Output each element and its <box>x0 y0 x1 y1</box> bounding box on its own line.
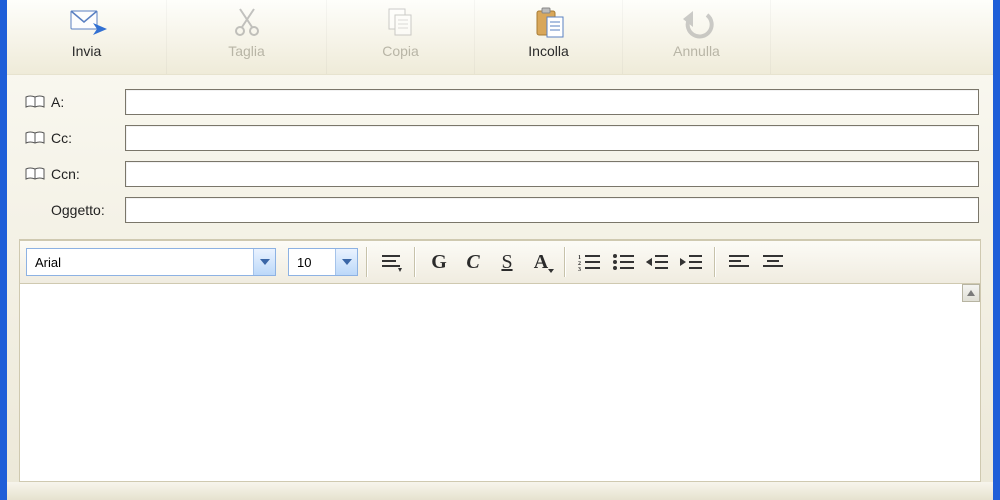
scroll-up-button[interactable] <box>962 284 980 302</box>
font-color-letter: A <box>534 251 548 274</box>
addressbook-icon <box>25 131 45 145</box>
addressbook-icon <box>25 95 45 109</box>
font-color-button[interactable]: A <box>526 247 556 277</box>
bulleted-list-icon <box>612 253 634 271</box>
chevron-up-icon <box>967 290 975 296</box>
paste-label: Incolla <box>528 43 568 59</box>
paste-icon <box>529 4 569 40</box>
bcc-label-text: Ccn: <box>51 166 80 182</box>
outdent-button[interactable] <box>642 247 672 277</box>
undo-icon <box>677 4 717 40</box>
copy-icon <box>381 4 421 40</box>
cut-button[interactable]: Taglia <box>167 0 327 74</box>
main-toolbar: Invia Taglia <box>7 0 993 75</box>
align-center-button[interactable] <box>758 247 788 277</box>
to-input[interactable] <box>125 89 979 115</box>
header-fields: A: Cc: Ccn: <box>7 75 993 233</box>
align-left-button[interactable] <box>724 247 754 277</box>
cc-label-button[interactable]: Cc: <box>25 130 117 146</box>
chevron-down-icon[interactable] <box>335 249 357 275</box>
chevron-down-icon <box>548 269 554 273</box>
editor-area: Arial 10 <box>19 239 981 482</box>
paragraph-style-button[interactable] <box>376 247 406 277</box>
send-label: Invia <box>72 43 102 59</box>
addressbook-icon <box>25 167 45 181</box>
cc-label-text: Cc: <box>51 130 72 146</box>
font-size-combobox[interactable]: 10 <box>288 248 358 276</box>
scissors-icon <box>227 4 267 40</box>
indent-button[interactable] <box>676 247 706 277</box>
bcc-label-button[interactable]: Ccn: <box>25 166 117 182</box>
send-icon <box>67 4 107 40</box>
bold-button[interactable]: G <box>424 247 454 277</box>
bulleted-list-button[interactable] <box>608 247 638 277</box>
italic-button[interactable]: C <box>458 247 488 277</box>
outdent-icon <box>646 253 668 271</box>
separator <box>366 247 368 277</box>
separator <box>714 247 716 277</box>
font-name-value: Arial <box>27 255 69 270</box>
send-button[interactable]: Invia <box>7 0 167 74</box>
subject-input[interactable] <box>125 197 979 223</box>
align-center-icon <box>763 254 783 270</box>
underline-button[interactable]: S <box>492 247 522 277</box>
subject-label: Oggetto: <box>25 202 117 218</box>
copy-button[interactable]: Copia <box>327 0 475 74</box>
copy-label: Copia <box>382 43 419 59</box>
to-label-text: A: <box>51 94 64 110</box>
undo-label: Annulla <box>673 43 720 59</box>
font-name-combobox[interactable]: Arial <box>26 248 276 276</box>
separator <box>564 247 566 277</box>
paragraph-style-icon <box>380 252 402 272</box>
status-strip <box>7 482 993 500</box>
cut-label: Taglia <box>228 43 265 59</box>
paste-button[interactable]: Incolla <box>475 0 623 74</box>
cc-input[interactable] <box>125 125 979 151</box>
svg-text:3: 3 <box>578 267 581 271</box>
to-label-button[interactable]: A: <box>25 94 117 110</box>
numbered-list-button[interactable]: 1 2 3 <box>574 247 604 277</box>
undo-button[interactable]: Annulla <box>623 0 771 74</box>
separator <box>414 247 416 277</box>
format-toolbar: Arial 10 <box>19 240 981 284</box>
font-size-value: 10 <box>289 255 319 270</box>
subject-label-text: Oggetto: <box>51 202 105 218</box>
message-body[interactable] <box>19 284 981 482</box>
numbered-list-icon: 1 2 3 <box>578 253 600 271</box>
bcc-input[interactable] <box>125 161 979 187</box>
chevron-down-icon[interactable] <box>253 249 275 275</box>
indent-icon <box>680 253 702 271</box>
align-left-icon <box>729 254 749 270</box>
